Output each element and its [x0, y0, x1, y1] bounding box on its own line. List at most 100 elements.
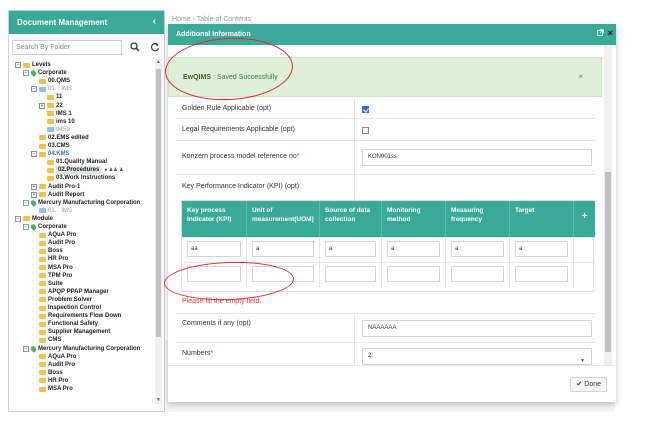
tree-item[interactable]: ims 10	[39, 118, 75, 126]
tree-item[interactable]: 02.EMS edited	[31, 134, 89, 142]
tree-item-label: ims 10	[56, 118, 75, 125]
kpi-cell-input[interactable]	[515, 266, 568, 282]
golden-rule-checkbox[interactable]	[362, 106, 369, 113]
tree-item[interactable]: TPM Pro	[31, 272, 72, 280]
collapse-toggle-icon[interactable]: −	[15, 62, 21, 68]
tree-item[interactable]: Functional Safety	[31, 320, 98, 328]
kpi-cell-input[interactable]	[252, 266, 314, 282]
tree-item[interactable]: Audit Pro	[31, 361, 75, 369]
comments-input[interactable]: NAAAAAA	[362, 320, 592, 337]
tree-item[interactable]: − Corporate	[23, 223, 67, 231]
add-kpi-row-button[interactable]: +	[574, 201, 595, 237]
tree-item[interactable]: MSA Pro	[31, 385, 73, 393]
numbers-select[interactable]: 2 ▼	[362, 348, 592, 365]
tree-item[interactable]: − 01. : IMS	[31, 85, 72, 93]
folder-icon	[39, 321, 46, 327]
kpi-cell-input[interactable]	[187, 266, 241, 282]
collapse-toggle-icon[interactable]: −	[23, 70, 29, 77]
kpi-table-cell	[574, 263, 595, 287]
modal-scrollbar[interactable]	[604, 45, 612, 365]
tree-item[interactable]: + Audit Pro-1	[31, 183, 80, 191]
kpi-cell-input[interactable]: a	[515, 241, 568, 257]
tree-scrollbar[interactable]: ▲ ▼	[155, 59, 162, 404]
tree-item[interactable]: 02.Procedures ● ♟♟ ♟ ◌	[39, 166, 128, 175]
kpi-label: Key Performance Indicator (KPI) (opt)	[182, 183, 300, 190]
kpi-cell-input[interactable]: a	[252, 241, 314, 257]
kpi-cell-input[interactable]	[387, 266, 440, 282]
expand-toggle-icon[interactable]: +	[31, 191, 37, 198]
tree-item[interactable]: 01. : IMS	[31, 207, 72, 215]
row-action-icons[interactable]: ● ♟♟ ♟ ◌	[104, 166, 128, 174]
search-icon[interactable]	[128, 40, 142, 54]
done-button[interactable]: ✔ Done	[570, 377, 607, 392]
numbers-select-value: 2	[368, 353, 372, 359]
tree-item[interactable]: IMS 1	[39, 110, 72, 118]
kpi-cell-input[interactable]: aa	[187, 241, 241, 257]
kpi-cell-input[interactable]	[451, 266, 504, 282]
tree-item[interactable]: IMS9	[39, 126, 70, 134]
refresh-icon[interactable]	[148, 40, 162, 54]
legal-requirements-checkbox[interactable]	[362, 127, 369, 134]
kpi-cell-input[interactable]	[325, 266, 376, 282]
tree-item[interactable]: AQuA Pro	[31, 353, 76, 361]
tree-item[interactable]: HR Pro	[31, 377, 68, 385]
kpi-cell-input[interactable]: a	[325, 241, 376, 257]
tree-item[interactable]: + Audit Report	[31, 191, 84, 199]
collapse-icon[interactable]: ‹	[153, 16, 156, 27]
tree-item[interactable]: Supplier Management	[31, 328, 110, 336]
modal-scroll-thumb[interactable]	[605, 172, 611, 352]
kpi-cell-input[interactable]: a	[451, 241, 504, 257]
tree-item[interactable]: Suite	[31, 280, 63, 288]
scroll-up-icon[interactable]: ▲	[155, 59, 162, 66]
kpi-table-header: Key process Indicator (KPI) Unit of measu…	[182, 201, 595, 237]
tree-item[interactable]: − Mercury Manufacturing Corporation	[23, 344, 140, 353]
tree-item[interactable]: CMS	[31, 336, 61, 344]
scroll-thumb[interactable]	[156, 69, 161, 337]
kpi-table-cell	[182, 263, 247, 287]
required-mark: *	[296, 153, 300, 160]
alert-close-icon[interactable]: ×	[578, 72, 583, 81]
tree-item[interactable]: − Mercury Manufacturing Corporation	[23, 198, 140, 207]
tree-item[interactable]: 01.Quality Manual	[39, 158, 107, 166]
tree-item[interactable]: Requirements Flow Down	[31, 312, 121, 320]
tree-item[interactable]: 03.CMS	[31, 142, 70, 150]
tree-item[interactable]: Inspection Control	[31, 304, 101, 312]
expand-toggle-icon[interactable]: +	[39, 102, 45, 109]
tree-item[interactable]: − Levels	[15, 61, 51, 69]
collapse-toggle-icon[interactable]: −	[31, 86, 37, 93]
tree-item[interactable]: HR Pro	[31, 255, 68, 263]
tree-item[interactable]: 00.QMS	[31, 77, 70, 85]
tree-item-label: Corporate	[38, 224, 67, 230]
konzern-input[interactable]: KON001ss	[362, 149, 592, 166]
tree-item[interactable]: +22	[39, 102, 63, 110]
collapse-toggle-icon[interactable]: −	[23, 224, 29, 230]
folder-icon	[39, 143, 46, 149]
tree-item[interactable]: − Module	[15, 215, 53, 223]
close-icon[interactable]: ×	[608, 28, 613, 38]
collapse-toggle-icon[interactable]: −	[15, 215, 21, 222]
kpi-table-cell	[382, 263, 446, 287]
tree-item[interactable]: − Corporate	[23, 69, 67, 77]
tree-item[interactable]: 11	[39, 93, 62, 101]
folder-icon	[39, 184, 46, 189]
kpi-table-cell: a	[247, 238, 320, 262]
expand-toggle-icon[interactable]: +	[31, 183, 37, 190]
tree-item[interactable]: Boss	[31, 247, 63, 255]
tree-item[interactable]: 03.Work Instructions	[39, 174, 115, 182]
collapse-toggle-icon[interactable]: −	[23, 199, 29, 206]
konzern-row: Konzern process model reference no* KON0…	[176, 141, 596, 175]
folder-search-input[interactable]: Search By Folder	[12, 39, 122, 55]
collapse-toggle-icon[interactable]: −	[31, 151, 37, 158]
kpi-cell-input[interactable]: a	[387, 241, 440, 257]
comments-label: Comments if any (opt)	[182, 320, 251, 327]
tree-item[interactable]: Problem Solver	[31, 296, 92, 304]
tree-item[interactable]: Boss	[31, 369, 63, 377]
scroll-down-icon[interactable]: ▼	[155, 397, 162, 404]
tree-item[interactable]: − 04.KMS	[31, 150, 70, 158]
tree-item[interactable]: AQuA Pro	[31, 231, 76, 239]
tree-item[interactable]: MSA Pro	[31, 264, 73, 272]
tree-item[interactable]: APQP PPAP Manager	[31, 288, 109, 296]
external-link-icon[interactable]	[597, 29, 604, 38]
tree-item[interactable]: Audit Pro	[31, 239, 75, 247]
collapse-toggle-icon[interactable]: −	[23, 345, 29, 352]
